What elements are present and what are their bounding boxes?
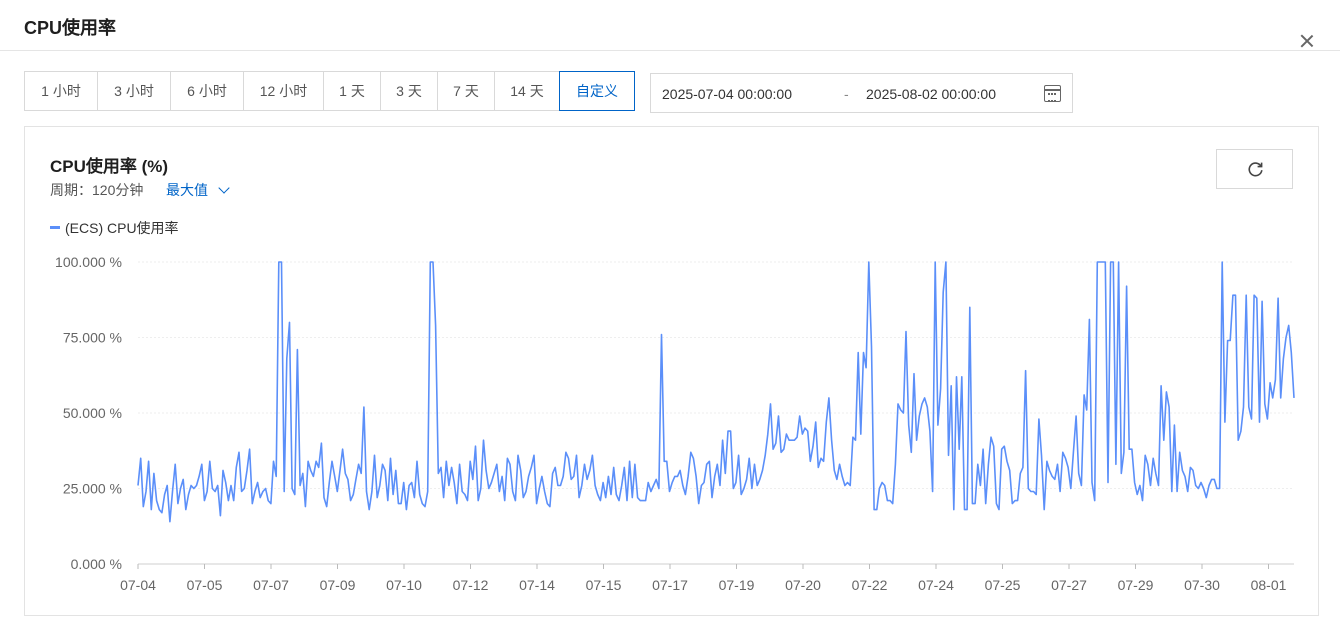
period-label: 周期：120分钟 [50, 182, 144, 198]
dialog-header: CPU使用率 [0, 0, 1340, 51]
range-button-2[interactable]: 6 小时 [170, 71, 244, 111]
y-tick-label: 25.000 % [63, 481, 122, 497]
y-tick-label: 50.000 % [63, 405, 122, 421]
x-tick-label: 07-12 [453, 577, 489, 593]
y-tick-label: 0.000 % [71, 556, 122, 572]
x-tick-label: 07-27 [1051, 577, 1087, 593]
x-tick-label: 07-04 [120, 577, 156, 593]
range-button-4[interactable]: 1 天 [323, 71, 381, 111]
range-button-5[interactable]: 3 天 [380, 71, 438, 111]
time-range-selector: 1 小时 3 小时 6 小时 12 小时 1 天3 天7 天 14 天自定义 [24, 71, 635, 111]
x-tick-label: 07-07 [253, 577, 289, 593]
legend-label: (ECS) CPU使用率 [65, 220, 179, 236]
refresh-button[interactable] [1216, 149, 1293, 189]
x-tick-label: 07-15 [586, 577, 622, 593]
x-tick-label: 07-25 [985, 577, 1021, 593]
x-tick-label: 07-24 [918, 577, 954, 593]
range-button-8[interactable]: 自定义 [559, 71, 635, 111]
dialog-title: CPU使用率 [24, 18, 117, 38]
x-tick-label: 07-22 [852, 577, 888, 593]
x-tick-label: 07-05 [187, 577, 223, 593]
cpu-usage-line-chart: 0.000 % 25.000 % 50.000 % 75.000 % 100.000 %… [55, 254, 1295, 593]
x-tick-label: 07-17 [652, 577, 688, 593]
range-button-6[interactable]: 7 天 [437, 71, 495, 111]
x-tick-label: 08-01 [1251, 577, 1287, 593]
range-button-7[interactable]: 14 天 [494, 71, 560, 111]
series-line-0[interactable] [137, 261, 1295, 523]
range-button-0[interactable]: 1 小时 [24, 71, 98, 111]
range-button-3[interactable]: 12 小时 [243, 71, 324, 111]
x-tick-label: 07-19 [719, 577, 755, 593]
date-separator: - [844, 86, 849, 102]
x-tick-label: 07-09 [320, 577, 356, 593]
calendar-icon[interactable] [1044, 85, 1061, 102]
x-tick-label: 07-14 [519, 577, 555, 593]
y-tick-label: 100.000 % [55, 254, 122, 270]
x-tick-label: 07-29 [1118, 577, 1154, 593]
aggregation-dropdown[interactable]: 最大值 [166, 180, 230, 200]
close-icon[interactable] [1298, 32, 1316, 50]
chart-legend[interactable]: (ECS) CPU使用率 [50, 218, 179, 238]
x-tick-label: 07-30 [1184, 577, 1220, 593]
y-tick-label: 75.000 % [63, 330, 122, 346]
x-tick-label: 07-10 [386, 577, 422, 593]
aggregation-label: 最大值 [166, 182, 208, 198]
start-date[interactable]: 2025-07-04 00:00:00 [662, 86, 792, 102]
chart-title: CPU使用率 (%) [50, 157, 169, 176]
refresh-icon [1248, 162, 1263, 177]
end-date[interactable]: 2025-08-02 00:00:00 [866, 86, 996, 102]
chevron-down-icon [218, 182, 230, 194]
chart-card: 0.000 % 25.000 % 50.000 % 75.000 % 100.000 %… [24, 126, 1319, 616]
date-range-picker[interactable]: 2025-07-04 00:00:00 - 2025-08-02 00:00:0… [650, 73, 1073, 113]
range-button-1[interactable]: 3 小时 [97, 71, 171, 111]
legend-swatch [50, 226, 60, 229]
x-tick-label: 07-20 [785, 577, 821, 593]
